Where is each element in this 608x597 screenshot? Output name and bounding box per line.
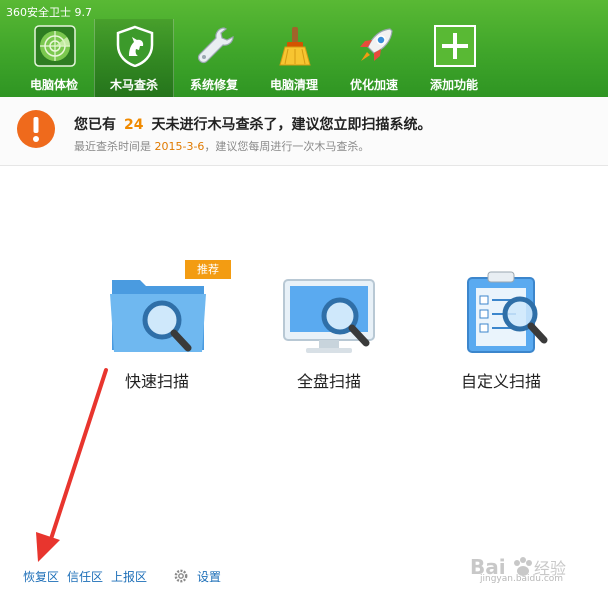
broom-icon xyxy=(274,25,316,67)
restore-area-link[interactable]: 恢复区 xyxy=(23,568,59,585)
quick-scan-label: 快速扫描 xyxy=(124,372,189,391)
nav-item-system-repair[interactable]: 系统修复 xyxy=(174,19,254,97)
nav-label: 优化加速 xyxy=(349,78,398,92)
radar-icon xyxy=(34,25,76,67)
header-bar: 360安全卫士 9.7 电脑体检 木马查杀 系统修复 电脑清理 优化加速 添加功… xyxy=(0,0,608,97)
warning-headline: 您已有 24 天未进行木马查杀了，建议您立即扫描系统。 xyxy=(74,114,431,134)
nav-item-cleanup[interactable]: 电脑清理 xyxy=(254,19,334,97)
horse-shield-icon xyxy=(114,25,156,67)
custom-scan-label: 自定义扫描 xyxy=(460,372,541,391)
last-scan-date: 2015-3-6 xyxy=(154,140,205,153)
quick-scan-button[interactable]: 快速扫描 xyxy=(92,258,222,398)
nav-label: 系统修复 xyxy=(189,78,238,92)
warning-banner: 您已有 24 天未进行木马查杀了，建议您立即扫描系统。 最近查杀时间是 2015-3… xyxy=(0,97,608,166)
report-area-link[interactable]: 上报区 xyxy=(111,568,147,585)
rocket-icon xyxy=(354,25,396,67)
nav-item-checkup[interactable]: 电脑体检 xyxy=(14,19,94,97)
warning-prefix: 您已有 xyxy=(74,117,116,133)
warning-suffix: 天未进行木马查杀了，建议您立即扫描系统。 xyxy=(151,117,432,133)
nav-item-add-feature[interactable]: 添加功能 xyxy=(414,19,494,97)
nav-item-optimize[interactable]: 优化加速 xyxy=(334,19,414,97)
full-scan-button[interactable]: 全盘扫描 xyxy=(264,258,394,398)
trust-area-link[interactable]: 信任区 xyxy=(67,568,103,585)
wrench-icon xyxy=(194,25,236,67)
custom-scan-button[interactable]: 自定义扫描 xyxy=(436,258,566,398)
clipboard-magnifier-icon xyxy=(436,258,566,358)
plus-icon xyxy=(434,25,476,67)
nav-label: 电脑清理 xyxy=(269,78,318,92)
nav-label: 添加功能 xyxy=(429,78,478,92)
full-scan-label: 全盘扫描 xyxy=(296,372,361,391)
recommend-badge: 推荐 xyxy=(185,260,231,279)
last-scan-suffix: ，建议您每周进行一次木马查杀。 xyxy=(204,140,370,153)
settings-link[interactable]: 设置 xyxy=(197,568,221,585)
monitor-magnifier-icon xyxy=(264,258,394,358)
nav-label: 木马查杀 xyxy=(109,78,158,92)
gear-icon[interactable] xyxy=(174,568,188,583)
app-window: 360安全卫士 9.7 电脑体检 木马查杀 系统修复 电脑清理 优化加速 添加功… xyxy=(0,0,608,597)
last-scan-prefix: 最近查杀时间是 xyxy=(74,140,151,153)
watermark-url: jingyan.baidu.com xyxy=(480,574,564,584)
app-title: 360安全卫士 9.7 xyxy=(6,6,92,19)
nav-item-trojan-scan[interactable]: 木马查杀 xyxy=(94,19,174,97)
nav-label: 电脑体检 xyxy=(29,78,78,92)
warning-icon xyxy=(16,109,56,149)
warning-days: 24 xyxy=(124,117,144,133)
warning-subtext: 最近查杀时间是 2015-3-6，建议您每周进行一次木马查杀。 xyxy=(74,138,369,154)
